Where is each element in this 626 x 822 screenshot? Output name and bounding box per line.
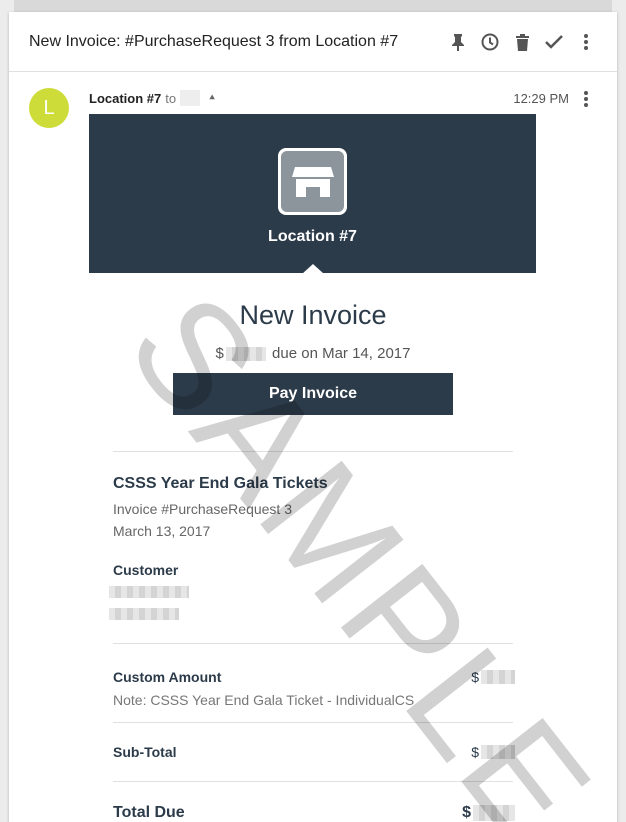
divider bbox=[113, 722, 513, 723]
message-more-icon[interactable] bbox=[575, 88, 597, 110]
background-card-edge bbox=[14, 0, 612, 12]
toolbar bbox=[447, 31, 597, 53]
divider bbox=[113, 451, 513, 452]
invoice-number: Invoice #PurchaseRequest 3 bbox=[113, 501, 292, 517]
customer-label: Customer bbox=[113, 562, 179, 578]
email-subject: New Invoice: #PurchaseRequest 3 from Loc… bbox=[29, 32, 399, 50]
merchant-banner: Location #7 bbox=[89, 114, 536, 274]
more-icon[interactable] bbox=[575, 31, 597, 53]
currency-symbol: $ bbox=[462, 804, 471, 821]
to-label: to bbox=[165, 90, 177, 106]
avatar[interactable]: L bbox=[29, 88, 69, 128]
pin-icon[interactable] bbox=[447, 31, 469, 53]
invoice-title: New Invoice bbox=[239, 300, 387, 330]
invoice-date: March 13, 2017 bbox=[113, 523, 211, 539]
customer-name-redacted bbox=[109, 586, 189, 598]
pay-invoice-button[interactable]: Pay Invoice bbox=[173, 373, 453, 415]
details-toggle-icon[interactable]: ⯅ bbox=[208, 93, 216, 104]
sender-name[interactable]: Location #7 bbox=[89, 91, 161, 106]
divider bbox=[113, 781, 513, 782]
currency-symbol: $ bbox=[215, 345, 224, 362]
message-header: L Location #7 to ⯅ 12:29 PM bbox=[9, 72, 617, 128]
amount-redacted bbox=[481, 745, 515, 759]
snooze-icon[interactable] bbox=[479, 31, 501, 53]
delete-icon[interactable] bbox=[511, 31, 533, 53]
currency-symbol: $ bbox=[471, 669, 479, 685]
message-time: 12:29 PM bbox=[513, 91, 569, 106]
total-amount: $ bbox=[462, 804, 515, 822]
storefront-icon bbox=[291, 166, 334, 197]
customer-email-redacted bbox=[109, 608, 179, 620]
currency-symbol: $ bbox=[471, 744, 479, 760]
banner-notch bbox=[302, 264, 324, 274]
due-text: due on Mar 14, 2017 bbox=[272, 345, 411, 362]
item-title: CSSS Year End Gala Tickets bbox=[113, 475, 328, 492]
amount-redacted bbox=[473, 805, 515, 821]
subject-bar: New Invoice: #PurchaseRequest 3 from Loc… bbox=[9, 12, 617, 72]
due-line: $ due on Mar 14, 2017 bbox=[9, 345, 617, 362]
done-icon[interactable] bbox=[543, 31, 565, 53]
store-logo bbox=[278, 148, 347, 215]
total-label: Total Due bbox=[113, 804, 185, 821]
amount-redacted bbox=[225, 347, 266, 362]
sender-line: Location #7 to ⯅ bbox=[89, 90, 216, 106]
line-item-note: Note: CSSS Year End Gala Ticket - Indivi… bbox=[113, 692, 415, 708]
subtotal-label: Sub-Total bbox=[113, 744, 177, 760]
subtotal-amount: $ bbox=[471, 744, 515, 760]
amount-redacted bbox=[481, 670, 515, 684]
line-item-label: Custom Amount bbox=[113, 669, 222, 685]
email-card: New Invoice: #PurchaseRequest 3 from Loc… bbox=[9, 12, 617, 822]
divider bbox=[113, 643, 513, 644]
merchant-name: Location #7 bbox=[268, 228, 357, 245]
recipient-redacted bbox=[180, 90, 201, 106]
line-item-amount: $ bbox=[471, 669, 515, 685]
